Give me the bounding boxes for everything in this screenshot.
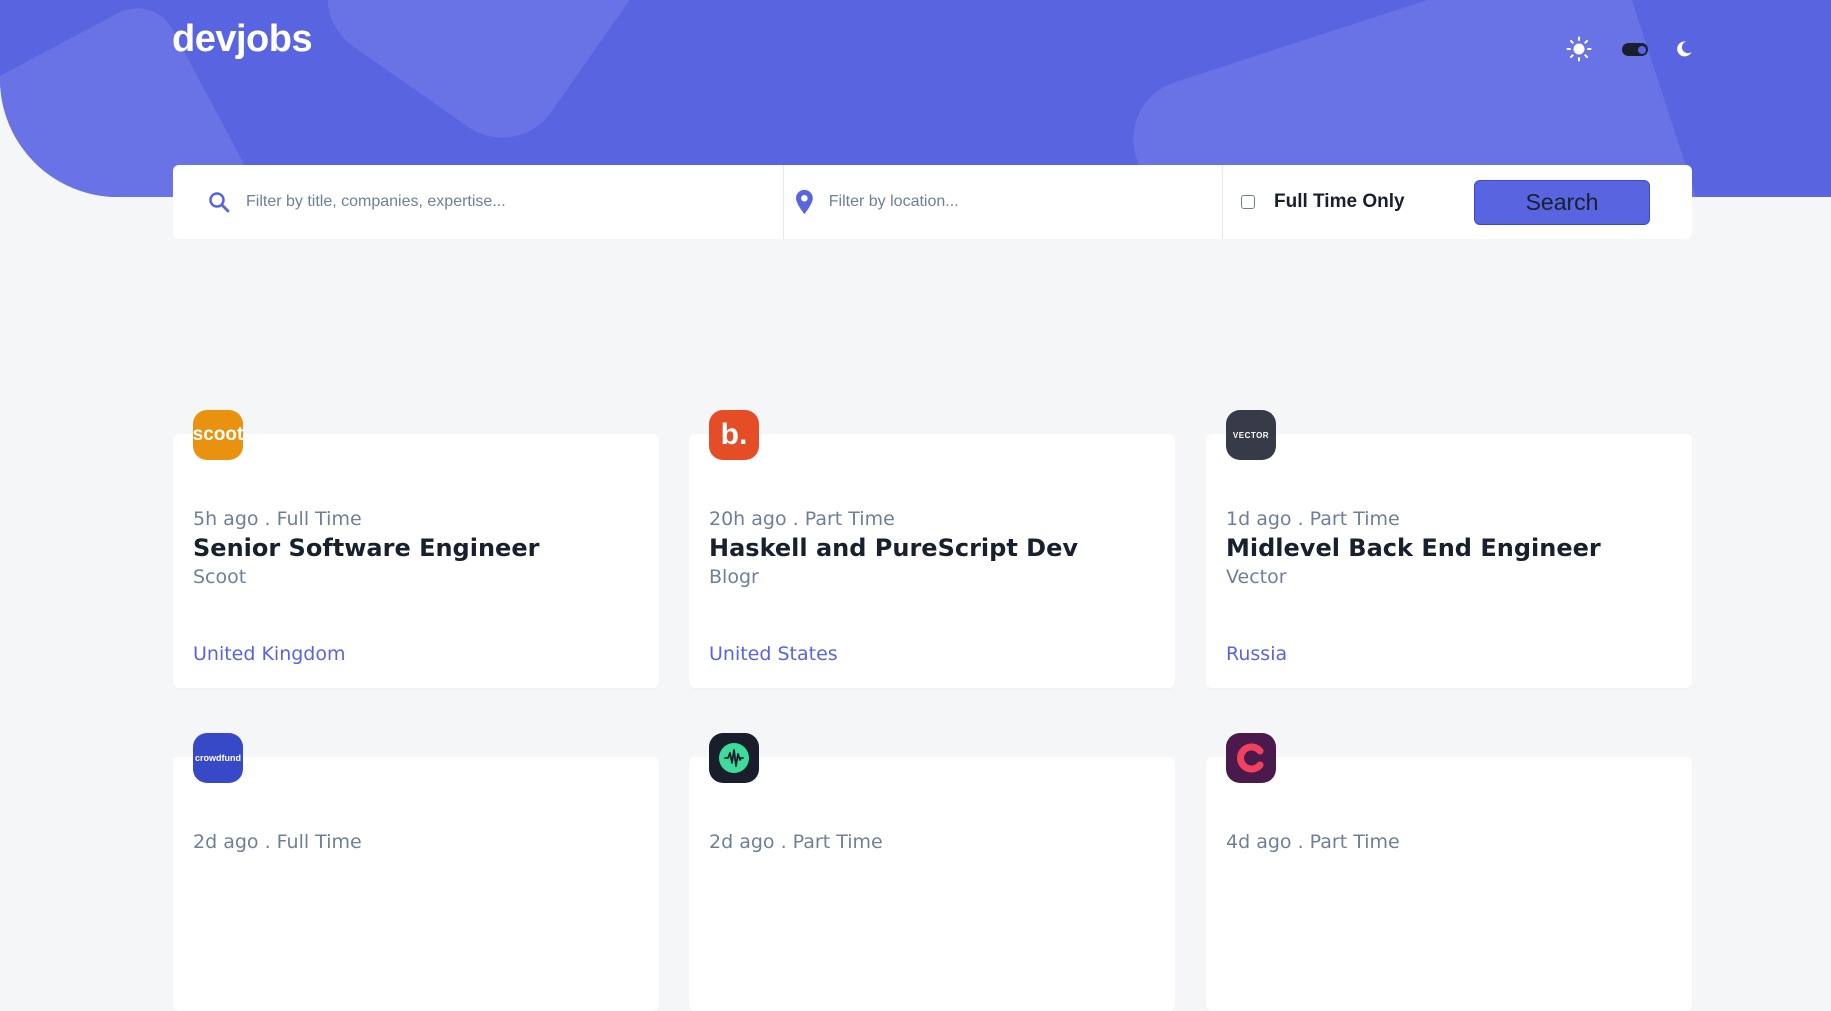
job-position[interactable]: Midlevel Back End Engineer — [1226, 534, 1601, 562]
search-bar: Full Time Only Search — [173, 165, 1692, 239]
job-position[interactable]: Senior Software Engineer — [193, 534, 539, 562]
header-decoration — [303, 0, 667, 162]
site-logo[interactable]: devjobs — [172, 18, 313, 61]
contract-type: Part Time — [792, 831, 883, 853]
company-logo: scoot — [193, 410, 243, 460]
posted-at: 20h ago — [709, 508, 787, 530]
posted-at: 2d ago — [709, 831, 775, 853]
job-card[interactable]: b. 20h ago . Part Time Haskell and PureS… — [689, 410, 1175, 688]
job-card[interactable]: VECTOR 1d ago . Part Time Midlevel Back … — [1206, 410, 1692, 688]
fulltime-filter: Full Time Only Search — [1223, 165, 1692, 239]
logo-text: b. — [720, 418, 748, 451]
job-card[interactable]: 4d ago . Part Time — [1206, 733, 1692, 1011]
company-name: Blogr — [709, 566, 759, 588]
posted-at: 2d ago — [193, 831, 259, 853]
job-meta: 1d ago . Part Time — [1226, 508, 1400, 530]
moon-icon — [1677, 41, 1692, 57]
theme-switch-knob — [1638, 45, 1646, 54]
job-meta: 2d ago . Full Time — [193, 831, 362, 853]
sun-icon — [1566, 36, 1592, 62]
location-pin-icon — [796, 189, 813, 215]
company-logo: VECTOR — [1226, 410, 1276, 460]
job-card[interactable]: scoot 5h ago . Full Time Senior Software… — [173, 410, 659, 688]
company-logo — [1226, 733, 1276, 783]
contract-type: Part Time — [804, 508, 895, 530]
fulltime-checkbox[interactable] — [1241, 195, 1255, 209]
job-card[interactable]: 2d ago . Part Time — [689, 733, 1175, 1011]
search-icon — [209, 192, 230, 213]
title-filter-input[interactable] — [244, 192, 668, 212]
logo-text: scoot — [193, 424, 243, 445]
posted-at: 4d ago — [1226, 831, 1292, 853]
job-location: Russia — [1226, 643, 1288, 665]
company-name: Vector — [1226, 566, 1287, 588]
job-location: United Kingdom — [193, 643, 346, 665]
job-meta: 2d ago . Part Time — [709, 831, 883, 853]
job-meta: 20h ago . Part Time — [709, 508, 895, 530]
contract-type: Full Time — [276, 831, 362, 853]
theme-switch[interactable] — [1622, 43, 1648, 56]
logo-text: VECTOR — [1232, 430, 1270, 440]
location-filter — [784, 165, 1223, 239]
posted-at: 1d ago — [1226, 508, 1292, 530]
job-meta: 5h ago . Full Time — [193, 508, 362, 530]
c-logo-icon — [1237, 743, 1264, 773]
soundwave-logo-icon — [719, 743, 749, 773]
job-position[interactable]: Haskell and PureScript Dev — [709, 534, 1078, 562]
contract-type: Part Time — [1309, 831, 1400, 853]
company-logo: b. — [709, 410, 759, 460]
contract-type: Part Time — [1309, 508, 1400, 530]
location-filter-input[interactable] — [826, 192, 1222, 212]
theme-toggle — [1566, 36, 1696, 62]
search-button[interactable]: Search — [1474, 180, 1650, 225]
fulltime-label[interactable]: Full Time Only — [1274, 191, 1405, 213]
posted-at: 5h ago — [193, 508, 259, 530]
contract-type: Full Time — [276, 508, 362, 530]
company-name: Scoot — [193, 566, 247, 588]
title-filter — [173, 165, 784, 239]
company-logo — [709, 733, 759, 783]
logo-text: crowdfund — [195, 753, 241, 763]
job-location: United States — [709, 643, 838, 665]
company-logo: crowdfund — [193, 733, 243, 783]
job-card[interactable]: crowdfund 2d ago . Full Time — [173, 733, 659, 1011]
job-meta: 4d ago . Part Time — [1226, 831, 1400, 853]
